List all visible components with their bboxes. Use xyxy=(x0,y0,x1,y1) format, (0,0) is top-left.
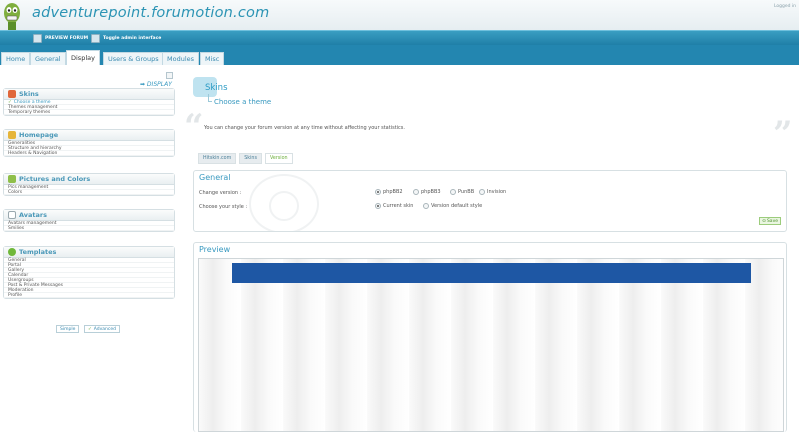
main-tab-bar: Home General Display Users & Groups Modu… xyxy=(0,45,799,65)
toggle-admin-button[interactable]: Toggle admin interface xyxy=(91,33,161,44)
simple-mode-button[interactable]: Simple xyxy=(56,325,80,333)
panel-pictures-colors-header[interactable]: Pictures and Colors xyxy=(4,174,174,185)
tab-home-label: Home xyxy=(6,55,26,63)
radio-default-style-label: Version default style xyxy=(431,203,483,209)
subtab-hitskin[interactable]: Hitskin.com xyxy=(198,153,237,164)
radio-invision-label: Invision xyxy=(487,189,507,195)
intro-text: You can change your forum version at any… xyxy=(204,125,405,131)
tab-home[interactable]: Home xyxy=(1,52,31,65)
panel-pictures-colors-title: Pictures and Colors xyxy=(19,175,91,183)
radio-current-skin[interactable]: Current skin xyxy=(375,203,413,209)
avatar-icon xyxy=(8,211,16,219)
theme-preview xyxy=(198,258,784,432)
sidebar-item-temporary-themes[interactable]: Temporary themes xyxy=(4,110,174,115)
subtab-version-label: Version xyxy=(269,156,288,161)
page-subtitle: Choose a theme xyxy=(214,98,272,106)
radio-phpbb3-label: phpBB3 xyxy=(421,189,441,195)
tab-misc[interactable]: Misc xyxy=(200,52,225,65)
panel-homepage: Homepage Generalities Structure and hier… xyxy=(3,129,175,157)
radio-current-skin-label: Current skin xyxy=(383,203,414,209)
tab-users-groups[interactable]: Users & Groups xyxy=(103,52,164,65)
tab-modules-label: Modules xyxy=(167,55,195,63)
panel-homepage-header[interactable]: Homepage xyxy=(4,130,174,141)
advanced-mode-label: Advanced xyxy=(93,326,117,332)
panel-skins: Skins Choose a theme Themes management T… xyxy=(3,88,175,116)
panel-pictures-colors: Pictures and Colors Pics management Colo… xyxy=(3,173,175,196)
templates-icon xyxy=(8,248,16,256)
tab-display[interactable]: Display xyxy=(66,50,100,65)
save-icon: ⊙ xyxy=(762,218,766,224)
radio-default-style[interactable]: Version default style xyxy=(423,203,482,209)
panel-homepage-title: Homepage xyxy=(19,131,59,139)
panel-avatars: Avatars Avatars management Smilies xyxy=(3,209,175,232)
radio-punbb-dot xyxy=(450,189,456,195)
mascot-logo xyxy=(2,1,22,31)
radio-phpbb3-dot xyxy=(413,189,419,195)
preview-header-banner xyxy=(232,263,751,283)
home-icon xyxy=(8,131,16,139)
decorative-swirl-inner xyxy=(269,191,299,221)
panel-avatars-title: Avatars xyxy=(19,211,47,219)
panel-skins-header[interactable]: Skins xyxy=(4,89,174,100)
tab-users-groups-label: Users & Groups xyxy=(108,55,159,63)
radio-punbb[interactable]: PunBB xyxy=(450,189,474,195)
radio-punbb-label: PunBB xyxy=(458,189,475,195)
general-title: General xyxy=(199,173,231,182)
tab-general-label: General xyxy=(35,55,61,63)
subtab-version[interactable]: Version xyxy=(264,153,293,164)
panel-templates-title: Templates xyxy=(19,248,57,256)
check-icon: ✓ xyxy=(88,326,92,332)
tab-general[interactable]: General xyxy=(30,52,66,65)
site-title[interactable]: adventurepoint.forumotion.com xyxy=(32,5,269,21)
subtitle-connector xyxy=(208,94,212,102)
choose-style-label: Choose your style : xyxy=(199,204,248,210)
radio-invision-dot xyxy=(479,189,485,195)
tab-display-label: Display xyxy=(71,54,95,62)
panel-skins-title: Skins xyxy=(19,90,39,98)
simple-mode-label: Simple xyxy=(60,326,76,332)
preview-forum-button[interactable]: PREVIEW FORUM xyxy=(33,33,88,44)
site-header: adventurepoint.forumotion.com Logged in xyxy=(0,0,799,30)
sidebar-item-colors[interactable]: Colors xyxy=(4,190,174,195)
preview-icon xyxy=(33,34,42,43)
toggle-icon xyxy=(91,34,100,43)
radio-phpbb2-label: phpBB2 xyxy=(383,189,403,195)
panel-templates-header[interactable]: Templates xyxy=(4,247,174,258)
preview-forum-label: PREVIEW FORUM xyxy=(45,36,89,41)
tab-misc-label: Misc xyxy=(205,55,220,63)
panel-avatars-header[interactable]: Avatars xyxy=(4,210,174,221)
radio-phpbb2-dot xyxy=(375,189,381,195)
save-button[interactable]: ⊙ Save xyxy=(759,217,781,225)
quote-open-icon: “ xyxy=(184,107,204,147)
advanced-mode-button[interactable]: ✓ Advanced xyxy=(84,325,121,333)
logged-in-status: Logged in xyxy=(773,4,796,9)
quote-close-icon: ” xyxy=(773,114,793,154)
radio-default-style-dot xyxy=(423,203,429,209)
tab-modules[interactable]: Modules xyxy=(162,52,200,65)
admin-toolbar: PREVIEW FORUM Toggle admin interface xyxy=(0,30,799,45)
change-version-label: Change version : xyxy=(199,190,242,196)
radio-phpbb2[interactable]: phpBB2 xyxy=(375,189,403,195)
radio-current-skin-dot xyxy=(375,203,381,209)
subtab-hitskin-label: Hitskin.com xyxy=(203,156,232,161)
picture-icon xyxy=(8,175,16,183)
toggle-admin-label: Toggle admin interface xyxy=(103,36,162,41)
general-fieldset: General Change version : phpBB2 phpBB3 P… xyxy=(193,170,787,232)
panel-templates: Templates General Portal Gallery Calenda… xyxy=(3,246,175,299)
radio-invision[interactable]: Invision xyxy=(479,189,506,195)
radio-phpbb3[interactable]: phpBB3 xyxy=(413,189,441,195)
sub-tab-bar: Hitskin.com Skins Version xyxy=(198,153,293,164)
page-title: Skins xyxy=(205,83,228,93)
sidebar-collapse-button[interactable] xyxy=(166,72,173,79)
sidebar-item-smilies[interactable]: Smilies xyxy=(4,226,174,231)
subtab-skins-label: Skins xyxy=(244,156,257,161)
sidebar-item-profile[interactable]: Profile xyxy=(4,293,174,298)
preview-title: Preview xyxy=(199,245,231,254)
sidebar-section-label: ➡ DISPLAY xyxy=(140,81,172,88)
subtab-skins[interactable]: Skins xyxy=(239,153,262,164)
sidebar-item-headers-navigation[interactable]: Headers & Navigation xyxy=(4,151,174,156)
save-button-label: Save xyxy=(766,218,778,224)
palette-icon xyxy=(8,90,16,98)
